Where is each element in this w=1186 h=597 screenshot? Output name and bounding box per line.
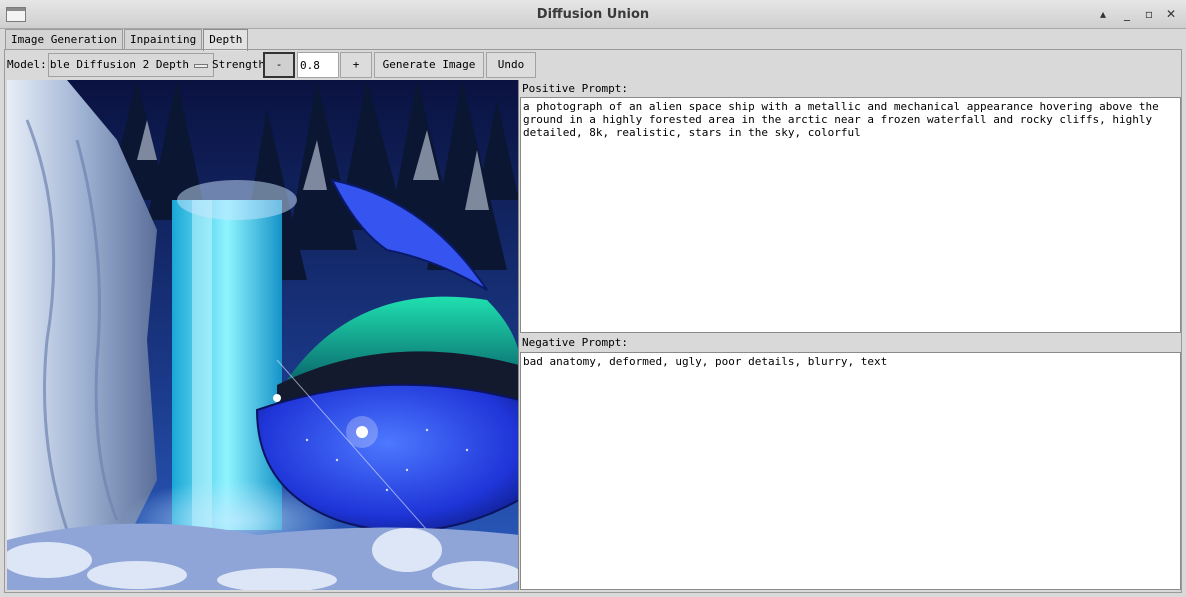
title-bar: Diffusion Union ▴ _ ▫ ✕ [0, 0, 1186, 29]
tab-depth[interactable]: Depth [203, 29, 249, 51]
positive-prompt-textarea[interactable]: a photograph of an alien space ship with… [520, 97, 1181, 333]
generate-image-button[interactable]: Generate Image [374, 52, 484, 78]
generated-image-canvas [7, 80, 518, 590]
model-select-value: Stable Diffusion 2 Depth [49, 58, 189, 71]
tab-image-generation[interactable]: Image Generation [5, 29, 123, 50]
strength-label: Strength [212, 58, 265, 71]
maximize-icon[interactable]: ▫ [1141, 6, 1157, 22]
negative-prompt-textarea[interactable]: bad anatomy, deformed, ugly, poor detail… [520, 352, 1181, 590]
generated-image[interactable] [7, 80, 519, 590]
shade-up-icon[interactable]: ▴ [1095, 6, 1111, 22]
strength-decrease-button[interactable]: - [263, 52, 295, 78]
negative-prompt-label: Negative Prompt: [520, 334, 1181, 352]
toolbar: Model: Stable Diffusion 2 Depth Strength… [7, 52, 1181, 78]
dropdown-indicator-icon [194, 64, 208, 68]
window-title: Diffusion Union [536, 7, 650, 22]
minimize-icon[interactable]: _ [1119, 6, 1135, 22]
close-icon[interactable]: ✕ [1163, 6, 1179, 22]
model-select[interactable]: Stable Diffusion 2 Depth [48, 53, 214, 77]
tab-inpainting[interactable]: Inpainting [123, 29, 203, 50]
strength-input[interactable] [297, 52, 339, 78]
strength-increase-button[interactable]: + [340, 52, 372, 78]
tab-bar: Image Generation Inpainting Depth [5, 29, 249, 51]
positive-prompt-label: Positive Prompt: [520, 80, 1181, 98]
model-label: Model: [7, 58, 47, 71]
undo-button[interactable]: Undo [486, 52, 536, 78]
